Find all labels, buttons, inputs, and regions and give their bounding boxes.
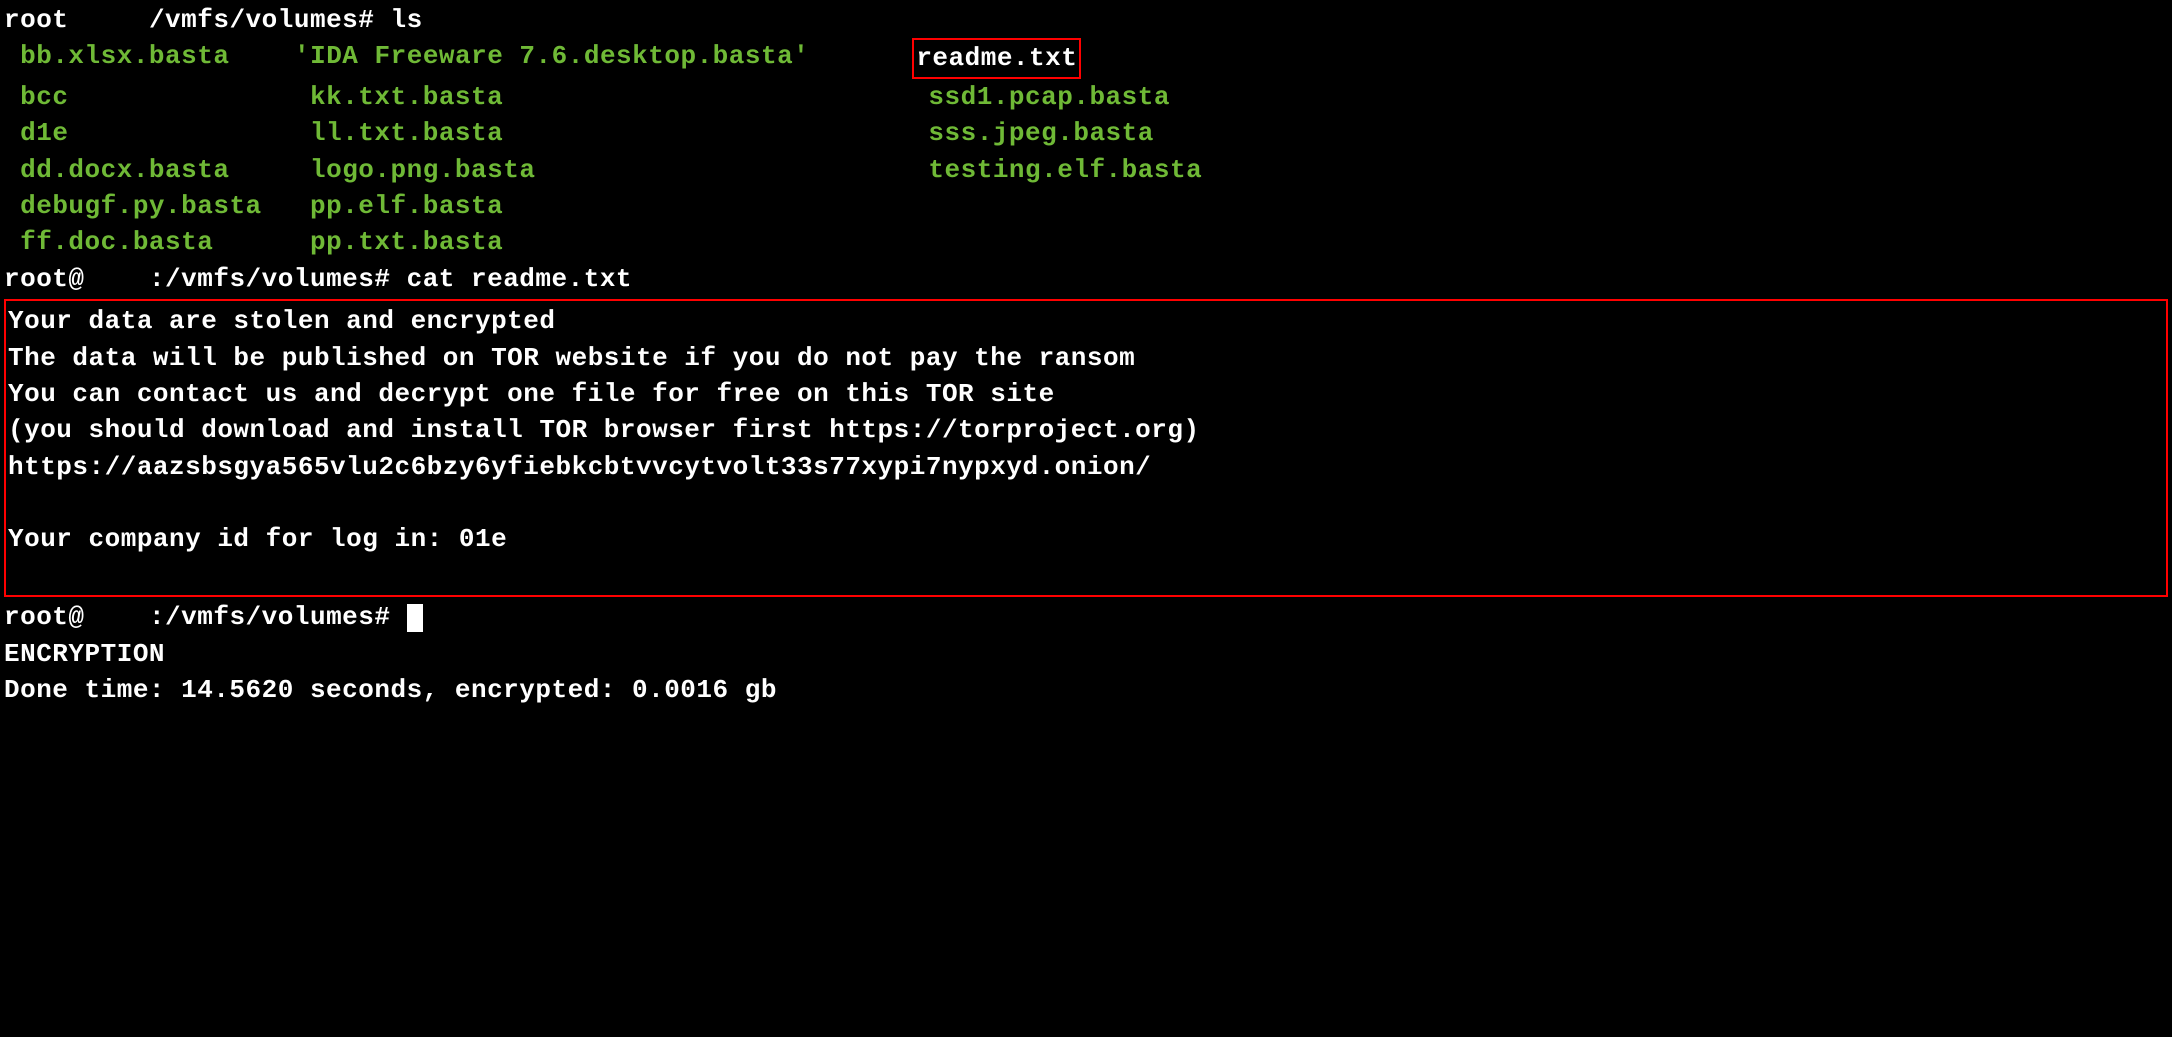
- prompt-user: root: [4, 5, 68, 35]
- ransom-text-line: The data will be published on TOR websit…: [6, 340, 2166, 376]
- file-listing-row: bb.xlsx.basta 'IDA Freeware 7.6.desktop.…: [4, 38, 2168, 78]
- file-listing-row: dd.docx.basta logo.png.basta testing.elf…: [4, 152, 2168, 188]
- file-listing-row: d1e ll.txt.basta sss.jpeg.basta: [4, 115, 2168, 151]
- status-done-time: Done time: 14.5620 seconds, encrypted: 0…: [4, 672, 2168, 708]
- ransom-text-line: Your data are stolen and encrypted: [6, 303, 2166, 339]
- terminal-output[interactable]: root /vmfs/volumes# ls bb.xlsx.basta 'ID…: [0, 0, 2172, 710]
- status-encryption-label: ENCRYPTION: [4, 636, 2168, 672]
- ransom-text-line: (you should download and install TOR bro…: [6, 412, 2166, 448]
- file-item: logo.png.basta: [294, 152, 864, 188]
- cursor-icon: [407, 604, 423, 632]
- prompt-path: :/vmfs/volumes#: [149, 264, 391, 294]
- ransom-text-line: https://aazsbsgya565vlu2c6bzy6yfiebkcbtv…: [6, 449, 2166, 485]
- file-item: debugf.py.basta: [4, 188, 294, 224]
- readme-highlight: readme.txt: [912, 38, 1081, 78]
- prompt-command: cat readme.txt: [407, 264, 632, 294]
- file-item: d1e: [4, 115, 294, 151]
- file-item: 'IDA Freeware 7.6.desktop.basta': [294, 38, 864, 78]
- prompt-command: ls: [390, 5, 422, 35]
- ransom-note-box: Your data are stolen and encrypted The d…: [4, 299, 2168, 597]
- file-item: sss.jpeg.basta: [864, 115, 1154, 151]
- prompt-line-current[interactable]: root@ :/vmfs/volumes#: [4, 599, 2168, 635]
- prompt-user: root@: [4, 264, 85, 294]
- prompt-user: root@: [4, 602, 85, 632]
- prompt-path: /vmfs/volumes#: [149, 5, 374, 35]
- file-item: dd.docx.basta: [4, 152, 294, 188]
- file-listing-row: bcc kk.txt.basta ssd1.pcap.basta: [4, 79, 2168, 115]
- ransom-text-line: Your company id for log in: 01e: [6, 521, 2166, 557]
- prompt-path: :/vmfs/volumes#: [149, 602, 391, 632]
- file-item: pp.txt.basta: [294, 224, 864, 260]
- file-item: ll.txt.basta: [294, 115, 864, 151]
- prompt-line-ls: root /vmfs/volumes# ls: [4, 2, 2168, 38]
- file-item: testing.elf.basta: [864, 152, 1202, 188]
- file-listing-row: debugf.py.basta pp.elf.basta: [4, 188, 2168, 224]
- file-item: bb.xlsx.basta: [4, 38, 294, 78]
- file-item: kk.txt.basta: [294, 79, 864, 115]
- ransom-text-line: You can contact us and decrypt one file …: [6, 376, 2166, 412]
- file-item: ssd1.pcap.basta: [864, 79, 1170, 115]
- file-listing-row: ff.doc.basta pp.txt.basta: [4, 224, 2168, 260]
- file-item: pp.elf.basta: [294, 188, 864, 224]
- file-item: bcc: [4, 79, 294, 115]
- file-item-highlighted: readme.txt: [864, 38, 1081, 78]
- prompt-line-cat: root@ :/vmfs/volumes# cat readme.txt: [4, 261, 2168, 297]
- ransom-text-line: [6, 485, 2166, 521]
- file-item: ff.doc.basta: [4, 224, 294, 260]
